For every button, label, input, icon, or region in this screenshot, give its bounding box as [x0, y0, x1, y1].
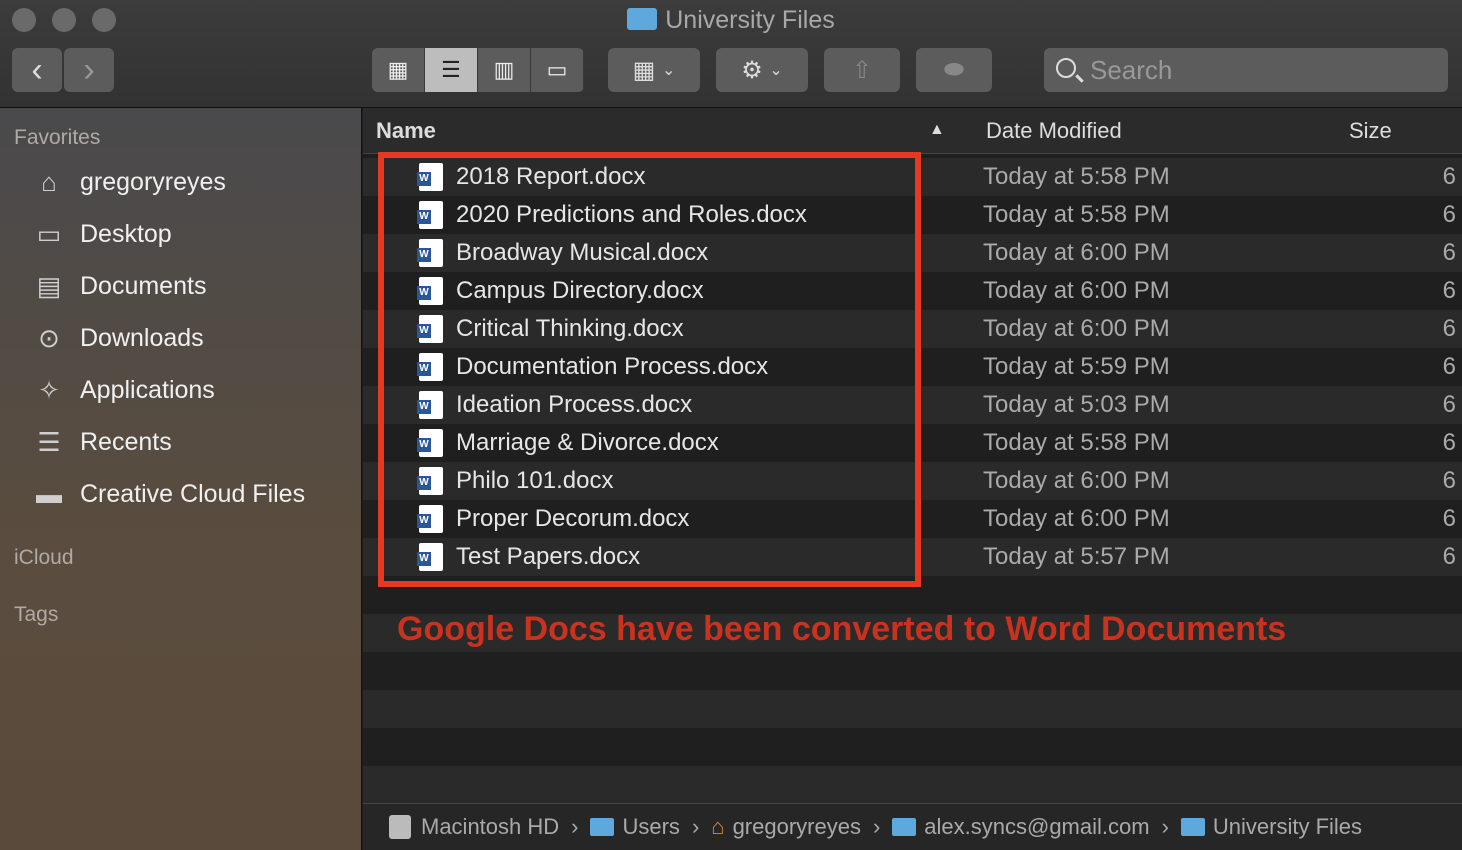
tags-header[interactable]: Tags [14, 603, 58, 627]
gallery-view-button[interactable]: ▭ [531, 48, 584, 92]
chevron-down-icon: ⌄ [769, 62, 783, 79]
path-item[interactable]: University Files [1180, 814, 1362, 840]
favorites-header: Favorites [14, 126, 101, 149]
column-view-button[interactable]: ▥ [478, 48, 531, 92]
group-button[interactable]: ▦ ⌄ [608, 48, 700, 92]
view-mode-selector: ▦ ☰ ▥ ▭ [372, 48, 584, 92]
chevron-right-icon: › [1161, 814, 1169, 839]
window-title: University Files [0, 6, 1462, 35]
recents-icon: ☰ [37, 426, 61, 457]
chevron-down-icon: ⌄ [661, 62, 676, 79]
path-item[interactable]: alex.syncs@gmail.com [892, 814, 1150, 840]
share-icon: ⇧ [851, 56, 873, 84]
gear-icon: ⚙ [741, 56, 763, 84]
sidebar-item-desktop[interactable]: ▭ Desktop [30, 214, 172, 254]
sidebar-item-recents[interactable]: ☰ Recents [30, 422, 171, 462]
sidebar-item-gregoryreyes[interactable]: ⌂ gregoryreyes [30, 162, 226, 202]
documents-icon: ▤ [36, 270, 62, 301]
grid-icon: ▦ [632, 56, 656, 84]
disk-icon [389, 815, 411, 839]
share-button[interactable]: ⇧ [824, 48, 900, 92]
sidebar-item-downloads[interactable]: ⊙ Downloads [30, 318, 204, 358]
desktop-icon: ▭ [36, 218, 62, 249]
search-input[interactable]: Search [1044, 48, 1448, 92]
empty-row [363, 652, 1462, 690]
sidebar-item-creative-cloud-files[interactable]: ▬ Creative Cloud Files [30, 474, 305, 514]
empty-row [363, 690, 1462, 728]
column-header: Name ▲ Date Modified Size [363, 108, 1462, 154]
applications-icon: ✧ [38, 374, 60, 405]
back-button[interactable]: ‹ [12, 48, 62, 92]
path-item[interactable]: Users [590, 814, 680, 840]
empty-row [363, 766, 1462, 804]
folder-icon [627, 8, 658, 30]
path-item[interactable]: ⌂ gregoryreyes [711, 814, 861, 840]
toolbar: University Files ‹ › ▦ ☰ ▥ ▭ ▦ ⌄ ⚙ ⌄ ⇧ ⬬… [0, 0, 1462, 108]
sidebar-item-applications[interactable]: ✧ Applications [30, 370, 215, 410]
chevron-right-icon: › [872, 814, 881, 839]
path-item[interactable]: Macintosh HD [389, 814, 559, 840]
home-icon: ⌂ [711, 814, 725, 839]
icloud-header[interactable]: iCloud [14, 546, 74, 570]
empty-row [363, 728, 1462, 766]
list-view-button[interactable]: ☰ [425, 48, 478, 92]
sort-ascending-icon: ▲ [929, 121, 945, 138]
tag-button[interactable]: ⬬ [916, 48, 992, 92]
sidebar: Favorites ⌂ gregoryreyes ▭ Desktop ▤ Document… [0, 108, 362, 850]
name-column-header[interactable]: Name [376, 118, 436, 144]
sidebar-item-documents[interactable]: ▤ Documents [30, 266, 207, 306]
action-button[interactable]: ⚙ ⌄ [716, 48, 808, 92]
tag-icon: ⬬ [943, 56, 965, 83]
size-column-header[interactable]: Size [1349, 118, 1392, 144]
highlight-box [378, 152, 921, 587]
downloads-icon: ⊙ [38, 322, 60, 353]
users-folder-icon [590, 818, 615, 836]
annotation-text: Google Docs have been converted to Word … [397, 610, 1287, 648]
home-icon: ⌂ [41, 166, 57, 197]
chevron-right-icon: › [691, 814, 700, 839]
icon-view-button[interactable]: ▦ [372, 48, 425, 92]
search-icon [1056, 58, 1076, 78]
forward-button[interactable]: › [64, 48, 114, 92]
folder-icon [1180, 818, 1205, 836]
date-column-header[interactable]: Date Modified [986, 118, 1122, 144]
folder-icon: ▬ [36, 478, 62, 509]
path-bar: Macintosh HD › Users › ⌂ gregoryreyes › alex.sy… [363, 803, 1462, 850]
chevron-right-icon: › [571, 814, 579, 839]
folder-icon [892, 818, 917, 836]
